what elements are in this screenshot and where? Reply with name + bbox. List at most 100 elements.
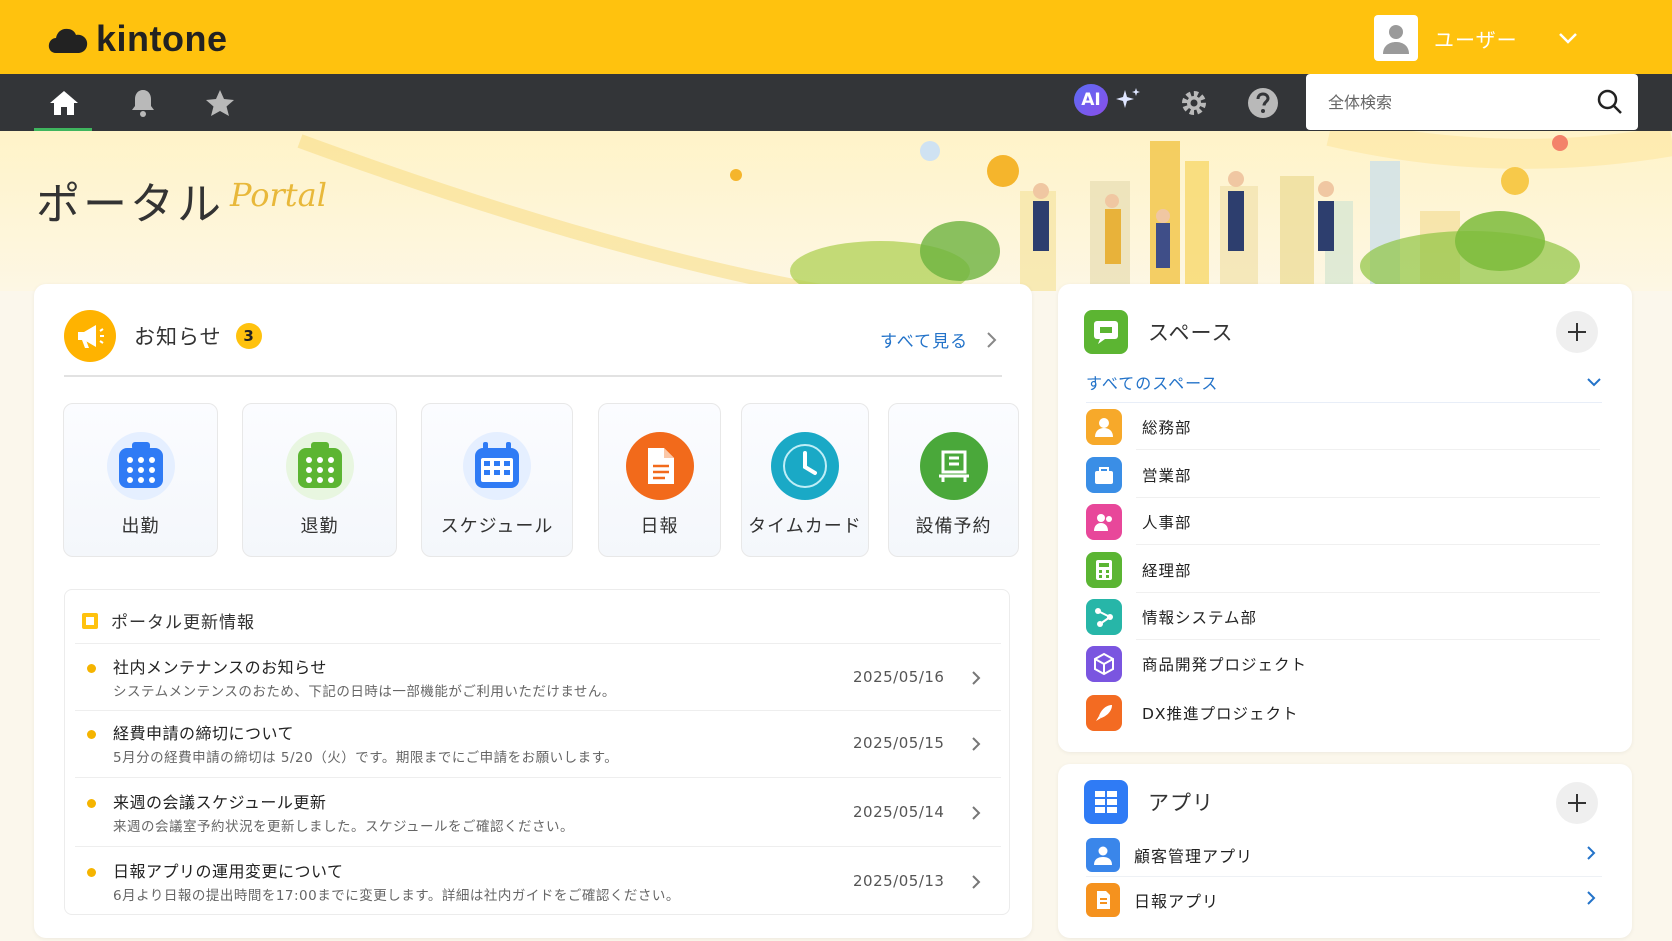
- calendar-icon: [106, 432, 175, 500]
- search-icon[interactable]: [1596, 88, 1624, 120]
- user-icon: [1086, 837, 1120, 872]
- space-item-product-dev[interactable]: 商品開発プロジェクト: [1086, 641, 1600, 687]
- spaces-title: スペース: [1148, 321, 1234, 345]
- update-title[interactable]: 日報アプリの運用変更について: [113, 858, 344, 882]
- bell-icon[interactable]: [125, 86, 161, 120]
- space-label[interactable]: DX推進プロジェクト: [1142, 702, 1299, 724]
- app-item-daily-report[interactable]: 日報アプリ: [1086, 878, 1602, 922]
- calculator-icon: [1086, 552, 1122, 588]
- space-item-it[interactable]: 情報システム部: [1086, 594, 1600, 640]
- divider: [64, 375, 1002, 377]
- update-date: 2025/05/14: [853, 803, 945, 821]
- shortcut-tile-timecard[interactable]: タイムカード: [741, 403, 869, 557]
- global-search[interactable]: [1306, 74, 1638, 130]
- user-icon: [1383, 25, 1409, 54]
- top-header: kintone ユーザー: [0, 0, 1672, 74]
- space-label[interactable]: 情報システム部: [1142, 606, 1257, 628]
- chevron-right-icon[interactable]: [971, 874, 981, 890]
- update-item[interactable]: 来週の会議スケジュール更新 来週の会議室予約状況を更新しました。スケジュールをご…: [65, 779, 1011, 845]
- users-icon: [1086, 409, 1122, 445]
- user-menu[interactable]: ユーザー: [1374, 15, 1578, 61]
- update-summary: システムメンテンスのおため、下記の日時は一部機能がご利用いただけません。: [113, 684, 616, 700]
- cloud-icon: [48, 28, 88, 53]
- shortcut-label: 設備予約: [915, 516, 992, 537]
- clock-icon: [771, 432, 839, 500]
- avatar[interactable]: [1374, 15, 1418, 61]
- divider: [1136, 497, 1600, 498]
- update-date: 2025/05/15: [853, 734, 945, 752]
- chevron-right-icon: [987, 331, 997, 348]
- page-title-script: Portal: [230, 176, 327, 214]
- divider: [1136, 449, 1600, 450]
- shortcut-tile-schedule[interactable]: スケジュール: [421, 403, 573, 557]
- update-title[interactable]: 社内メンテナンスのお知らせ: [113, 654, 327, 678]
- updates-header: ポータル更新情報: [81, 608, 255, 633]
- chevron-right-icon[interactable]: [1586, 890, 1596, 906]
- all-spaces-dropdown[interactable]: すべてのスペース: [1086, 370, 1602, 403]
- search-input[interactable]: [1328, 92, 1578, 112]
- update-date: 2025/05/16: [853, 668, 945, 686]
- shortcut-label: スケジュール: [440, 516, 554, 537]
- divider: [75, 777, 1001, 778]
- chevron-right-icon[interactable]: [971, 670, 981, 686]
- app-item-customer-management[interactable]: 顧客管理アプリ: [1086, 833, 1602, 877]
- network-icon: [1086, 599, 1122, 635]
- building-icon: [919, 432, 988, 500]
- notice-header: お知らせ 3: [64, 310, 262, 362]
- add-app-button[interactable]: [1556, 782, 1598, 824]
- update-item[interactable]: 日報アプリの運用変更について 6月より日報の提出時間を17:00までに変更します…: [65, 848, 1011, 914]
- space-item-hr[interactable]: 人事部: [1086, 499, 1600, 545]
- home-icon[interactable]: [46, 86, 82, 120]
- space-item-sales[interactable]: 営業部: [1086, 452, 1600, 498]
- star-icon[interactable]: [202, 86, 238, 120]
- calendar-icon: [285, 432, 354, 500]
- see-all-link[interactable]: すべて見る: [880, 327, 998, 352]
- shortcut-tile-facility-booking[interactable]: 設備予約: [888, 403, 1019, 557]
- shortcut-label: 退勤: [300, 516, 339, 537]
- notice-title: お知らせ: [134, 325, 222, 349]
- space-item-accounting[interactable]: 経理部: [1086, 547, 1600, 593]
- plus-icon: [1568, 323, 1586, 341]
- app-label[interactable]: 顧客管理アプリ: [1134, 843, 1253, 867]
- portal-updates-panel: ポータル更新情報 社内メンテナンスのお知らせ システムメンテンスのおため、下記の…: [64, 589, 1010, 915]
- space-label[interactable]: 商品開発プロジェクト: [1142, 653, 1307, 675]
- sparkle-icon[interactable]: [1110, 84, 1146, 118]
- notice-count-badge: 3: [235, 323, 262, 349]
- help-icon[interactable]: [1245, 86, 1281, 120]
- chevron-right-icon[interactable]: [1586, 845, 1596, 861]
- update-item[interactable]: 経費申請の締切について 5月分の経費申請の締切は 5/20（火）です。期限までに…: [65, 710, 1011, 776]
- page-title: ポータル: [36, 179, 224, 230]
- grid-icon: [1084, 780, 1128, 824]
- chevron-right-icon[interactable]: [971, 805, 981, 821]
- shortcut-tile-clock-in[interactable]: 出勤: [63, 403, 218, 557]
- app-label[interactable]: 日報アプリ: [1134, 888, 1219, 912]
- space-label[interactable]: 経理部: [1142, 559, 1192, 581]
- add-space-button[interactable]: [1556, 311, 1598, 353]
- chevron-right-icon[interactable]: [971, 736, 981, 752]
- bullet-dot: [87, 664, 96, 673]
- user-name[interactable]: ユーザー: [1434, 24, 1518, 53]
- space-label[interactable]: 営業部: [1142, 464, 1192, 486]
- update-title[interactable]: 来週の会議スケジュール更新: [113, 789, 326, 813]
- shortcut-tile-clock-out[interactable]: 退勤: [242, 403, 397, 557]
- rocket-icon: [1086, 695, 1122, 731]
- see-all-label[interactable]: すべて見る: [880, 327, 968, 352]
- space-label[interactable]: 人事部: [1142, 511, 1192, 533]
- list-icon: [82, 612, 98, 629]
- chevron-down-icon[interactable]: [1558, 32, 1578, 44]
- chevron-down-icon[interactable]: [1586, 377, 1602, 387]
- kintone-logo[interactable]: kintone: [48, 18, 228, 60]
- update-item[interactable]: 社内メンテナンスのお知らせ システムメンテンスのおため、下記の日時は一部機能がご…: [65, 644, 1011, 710]
- divider: [75, 846, 1001, 847]
- ai-button[interactable]: AI: [1074, 84, 1108, 116]
- shortcut-label: 日報: [640, 516, 679, 537]
- shortcut-tile-daily-report[interactable]: 日報: [598, 403, 721, 557]
- space-label[interactable]: 総務部: [1142, 416, 1192, 438]
- all-spaces-label[interactable]: すべてのスペース: [1086, 370, 1218, 394]
- gear-icon[interactable]: [1176, 86, 1212, 120]
- update-summary: 来週の会議室予約状況を更新しました。スケジュールをご確認ください。: [113, 819, 575, 835]
- update-title[interactable]: 経費申請の締切について: [113, 720, 294, 744]
- space-item-dx[interactable]: DX推進プロジェクト: [1086, 690, 1600, 736]
- space-item-general-affairs[interactable]: 総務部: [1086, 404, 1600, 450]
- megaphone-icon: [64, 310, 116, 362]
